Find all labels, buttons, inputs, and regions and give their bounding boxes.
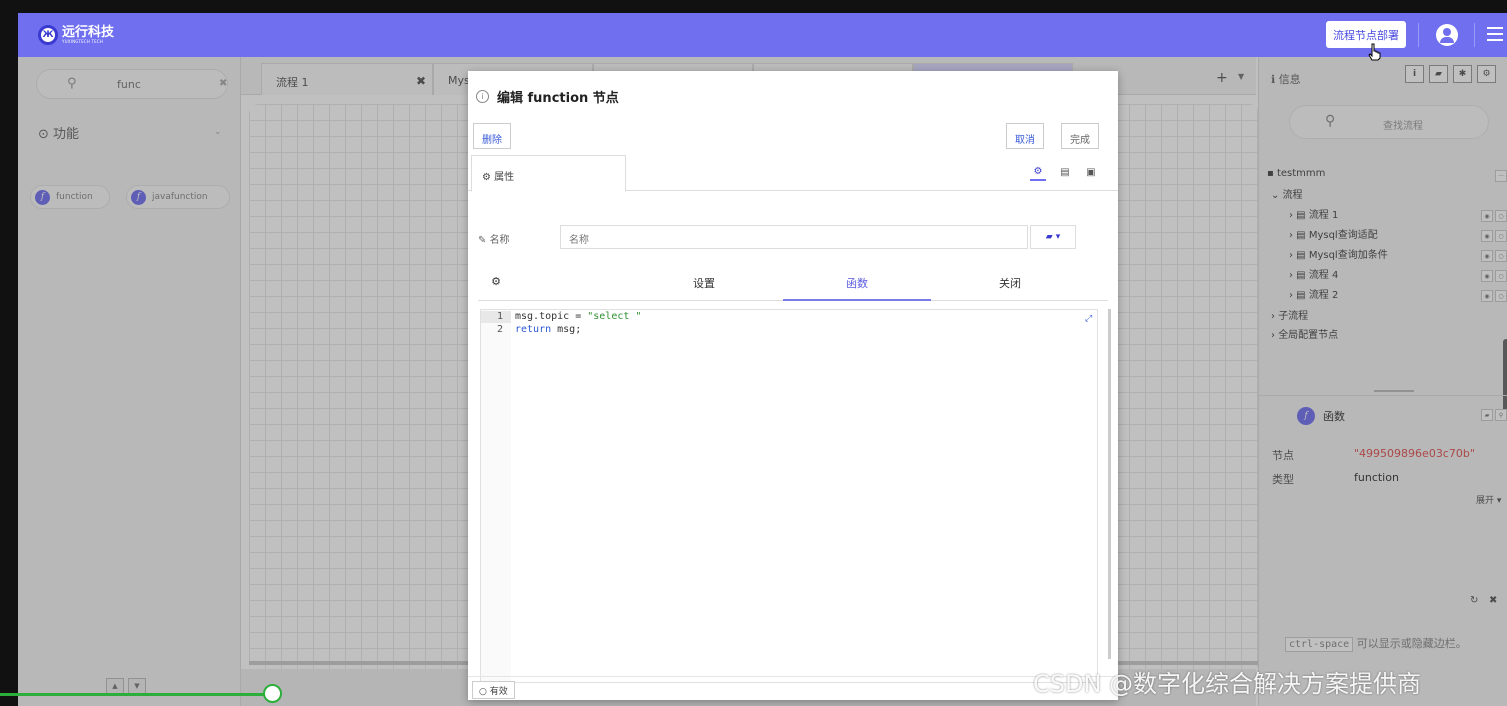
line-number: 1 (496, 311, 503, 322)
chevron-down-icon: ▾ (1055, 232, 1061, 242)
dialog-scrollbar[interactable] (1108, 309, 1111, 659)
edit-node-dialog: i 编辑 function 节点 删除 取消 完成 ⚙ 属性 ⚙ ▤ ▣ ✎ 名… (468, 71, 1118, 700)
code-keyword: return (515, 324, 552, 335)
enabled-toggle[interactable]: ○ 有效 (472, 681, 515, 699)
dialog-title-text: 编辑 function 节点 (497, 91, 619, 106)
editor-gutter (481, 310, 511, 682)
tab-function[interactable]: 函数 (783, 275, 931, 291)
logo-mark-icon: Ж (38, 25, 58, 45)
cancel-button[interactable]: 取消 (1006, 123, 1044, 149)
line-number: 2 (496, 324, 503, 335)
name-label-text: 名称 (489, 235, 510, 246)
name-placeholder: 名称 (569, 235, 589, 246)
tab-setup[interactable]: 设置 (630, 275, 778, 291)
dialog-tabs: ⚙ 属性 ⚙ ▤ ▣ (468, 155, 1118, 192)
menu-icon[interactable] (1487, 27, 1503, 41)
code-line: 1 msg.topic = "select " (481, 311, 641, 323)
code-editor[interactable]: 1 msg.topic = "select " 2 return msg; ⤢ (480, 309, 1098, 683)
done-button[interactable]: 完成 (1061, 123, 1099, 149)
watermark: CSDN @数字化综合解决方案提供商 (1033, 670, 1422, 698)
video-progress-knob[interactable] (263, 684, 282, 703)
user-icon[interactable] (1436, 24, 1458, 46)
function-subtabs: ⚙ 设置 函数 关闭 (478, 261, 1108, 301)
logo-text: 远行科技 (62, 25, 115, 40)
dialog-title: i 编辑 function 节点 (476, 87, 619, 106)
tab-close[interactable]: 关闭 (936, 275, 1084, 291)
name-field[interactable]: 名称 (560, 225, 1028, 249)
dialog-toolbar: 删除 取消 完成 (468, 123, 1118, 153)
code-token: msg; (551, 324, 582, 335)
icon-picker-button[interactable]: ▰ ▾ (1030, 225, 1076, 249)
gear-icon[interactable]: ⚙ (1030, 163, 1046, 181)
hand-cursor-icon (1368, 43, 1381, 61)
app-header: Ж 远行科技 YUXINGTECH TECH 流程节点部署 (18, 13, 1507, 57)
deploy-button[interactable]: 流程节点部署 (1326, 21, 1406, 48)
active-tab-indicator (783, 299, 931, 301)
app-window: Ж 远行科技 YUXINGTECH TECH 流程节点部署 ⚲ func ✖ ⊙… (18, 13, 1507, 706)
code-line: 2 return msg; (481, 324, 581, 336)
code-token: = (569, 311, 588, 322)
code-string: "select " (587, 311, 642, 322)
tab-properties[interactable]: ⚙ 属性 (471, 155, 626, 192)
enabled-label: 有效 (489, 687, 508, 697)
appearance-icon[interactable]: ▣ (1083, 163, 1099, 181)
tab-properties-label: 属性 (494, 172, 515, 183)
delete-button[interactable]: 删除 (473, 123, 511, 149)
code-token: msg.topic (515, 311, 570, 322)
divider (1418, 23, 1419, 47)
info-icon: i (476, 90, 489, 103)
expand-editor-icon[interactable]: ⤢ (1085, 314, 1092, 324)
divider (1474, 23, 1475, 47)
description-icon[interactable]: ▤ (1057, 163, 1073, 181)
logo: Ж 远行科技 YUXINGTECH TECH (38, 23, 114, 47)
video-progress-bar[interactable] (0, 693, 272, 696)
dialog-footer: ○ 有效 (468, 676, 1118, 700)
subtab-gear-icon[interactable]: ⚙ (478, 275, 514, 288)
name-label: ✎ 名称 (478, 235, 510, 246)
book-icon: ▰ (1045, 232, 1053, 242)
